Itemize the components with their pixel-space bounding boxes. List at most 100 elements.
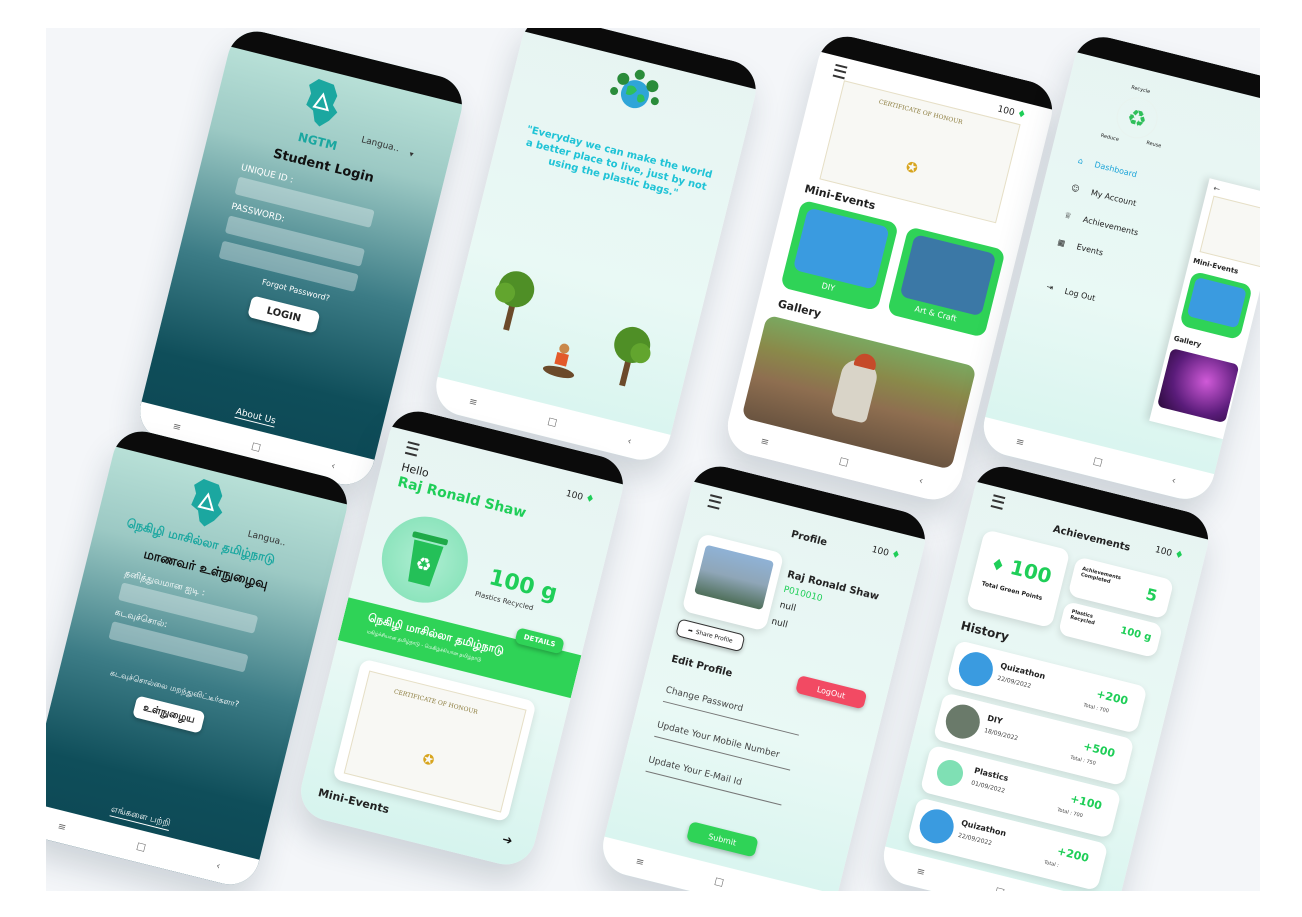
menu-icon[interactable] xyxy=(832,63,848,80)
child-planting-icon xyxy=(542,343,575,379)
history-event-date: 22/09/2022 xyxy=(957,831,993,848)
event-card-art-craft[interactable]: Art & Craft xyxy=(886,226,1006,338)
achievements-completed-value: 5 xyxy=(1143,584,1160,606)
menu-nav-icon[interactable]: ≡ xyxy=(915,866,926,879)
submit-button[interactable]: Submit xyxy=(685,821,759,858)
language-select[interactable]: Langua.. xyxy=(247,529,287,548)
peek-event-card[interactable] xyxy=(1179,270,1253,341)
history-delta: +100 xyxy=(1068,792,1104,813)
home-nav-icon[interactable]: □ xyxy=(713,875,725,888)
peek-gallery-heading: Gallery xyxy=(1172,334,1203,349)
plastics-recycled-value: 100 g xyxy=(1119,625,1153,644)
next-arrow-icon[interactable]: ➔ xyxy=(501,832,514,848)
menu-nav-icon[interactable]: ≡ xyxy=(759,436,770,449)
password-input[interactable] xyxy=(108,621,249,673)
drawer-item-dashboard[interactable]: ⌂ Dashboard xyxy=(1077,156,1138,179)
home-nav-icon[interactable]: □ xyxy=(546,415,558,428)
back-nav-icon[interactable]: ‹ xyxy=(1170,475,1177,487)
drawer-item-label: Events xyxy=(1075,242,1105,258)
certificate-image xyxy=(1199,195,1260,269)
edit-profile-heading: Edit Profile xyxy=(670,653,734,680)
home-nav-icon[interactable]: □ xyxy=(838,455,850,468)
history-heading: History xyxy=(959,618,1011,644)
tree-icon xyxy=(614,326,651,387)
language-select[interactable]: Langua.. xyxy=(360,135,400,154)
showcase-canvas: NGTM Langua.. ▾ Student Login UNIQUE ID … xyxy=(46,28,1260,891)
recycle-bin-illustration: ♻ xyxy=(372,507,477,612)
tree-icon xyxy=(495,271,535,331)
drawer-logout[interactable]: ⇥ Log Out xyxy=(1046,282,1097,303)
quiz-thumbnail-icon xyxy=(955,648,997,690)
back-nav-icon[interactable]: ‹ xyxy=(626,435,633,447)
peek-gallery-photo[interactable] xyxy=(1156,348,1240,424)
history-total: Total : 700 xyxy=(1056,807,1084,820)
brand-label: NGTM xyxy=(296,129,339,154)
home-nav-icon[interactable]: □ xyxy=(250,440,262,453)
drawer-item-events[interactable]: ▦ Events xyxy=(1057,237,1104,257)
plastics-recycled-label: Plastics Recycled xyxy=(1069,608,1096,627)
points-value: 100 xyxy=(996,104,1016,119)
history-total: Total : 700 xyxy=(1082,702,1110,715)
trophy-icon: ♕ xyxy=(1063,210,1073,221)
phone-achievements: Achievements 100 ♦ ♦ 100 Total Green Poi… xyxy=(877,460,1215,891)
gem-icon: ♦ xyxy=(1173,549,1185,562)
achievements-completed-label: Achievements Completed xyxy=(1080,566,1122,586)
phone-notch xyxy=(1076,30,1260,110)
home-icon: ⌂ xyxy=(1076,155,1085,166)
login-button[interactable]: உள்நுழைய xyxy=(132,695,206,734)
menu-icon[interactable] xyxy=(707,494,723,510)
menu-icon[interactable] xyxy=(990,494,1006,510)
menu-nav-icon[interactable]: ≡ xyxy=(57,821,68,834)
page-title: Profile xyxy=(789,529,829,549)
history-delta: +200 xyxy=(1055,844,1091,865)
diy-thumbnail-icon xyxy=(942,700,984,743)
history-event-date: 22/09/2022 xyxy=(996,674,1032,690)
drawer-logout-label: Log Out xyxy=(1063,286,1097,303)
menu-nav-icon[interactable]: ≡ xyxy=(1015,436,1026,449)
logout-button[interactable]: LogOut xyxy=(795,675,868,710)
recycle-bin-icon: ♻ xyxy=(408,531,448,587)
back-nav-icon[interactable]: ‹ xyxy=(215,860,222,872)
drawer-item-my-account[interactable]: ☺ My Account xyxy=(1070,183,1137,208)
logout-icon: ⇥ xyxy=(1045,282,1055,293)
menu-nav-icon[interactable]: ≡ xyxy=(468,396,479,409)
menu-nav-icon[interactable]: ≡ xyxy=(635,856,646,869)
back-nav-icon[interactable]: ‹ xyxy=(918,475,925,487)
logo-word-reuse: Reuse xyxy=(1145,139,1162,150)
unique-id-input[interactable] xyxy=(234,176,375,228)
tamil-nadu-map-icon xyxy=(306,78,338,127)
back-nav-icon[interactable]: ‹ xyxy=(330,460,337,472)
back-arrow-icon[interactable]: ← xyxy=(1212,184,1221,194)
fish-illustration-icon xyxy=(899,234,997,317)
profile-photo-card xyxy=(681,532,785,632)
gallery-heading: Gallery xyxy=(776,297,823,321)
gem-icon: ♦ xyxy=(1015,108,1028,122)
menu-icon[interactable] xyxy=(404,441,420,457)
menu-nav-icon[interactable]: ≡ xyxy=(172,421,183,434)
peek-screen[interactable]: ← Mini-Events Gallery xyxy=(1149,178,1260,440)
home-nav-icon[interactable]: □ xyxy=(135,840,147,853)
drawer-item-achievements[interactable]: ♕ Achievements xyxy=(1063,210,1139,237)
points-value: 100 xyxy=(1153,545,1173,559)
green-points-card: ♦ 100 Total Green Points xyxy=(965,529,1071,629)
history-event-date: 18/09/2022 xyxy=(983,727,1019,743)
login-button[interactable]: LOGIN xyxy=(247,295,321,334)
calendar-icon: ▦ xyxy=(1056,237,1067,249)
user-name: Raj Ronald Shaw xyxy=(395,474,528,522)
about-us-link[interactable]: About Us xyxy=(234,406,277,428)
certificate-image: CERTIFICATE OF HONOUR ✪ xyxy=(343,670,527,813)
event-card-diy[interactable]: DIY xyxy=(780,199,899,312)
home-nav-icon[interactable]: □ xyxy=(994,885,1006,891)
plastics-bin-thumbnail-icon xyxy=(934,757,966,789)
event-card-label: DIY xyxy=(820,281,836,294)
user-icon: ☺ xyxy=(1070,183,1081,194)
home-nav-icon[interactable]: □ xyxy=(1092,455,1104,468)
svg-text:♻: ♻ xyxy=(1124,105,1149,134)
profile-null-2: null xyxy=(770,616,789,631)
earth-tree-logo-icon xyxy=(610,69,659,109)
certificate-title: CERTIFICATE OF HONOUR xyxy=(393,688,479,716)
share-icon: ➦ xyxy=(687,626,694,635)
quote-text: "Everyday we can make the world a better… xyxy=(524,124,714,200)
language-chevron-icon[interactable]: ▾ xyxy=(408,149,414,159)
history-total: Total : xyxy=(1043,859,1060,869)
